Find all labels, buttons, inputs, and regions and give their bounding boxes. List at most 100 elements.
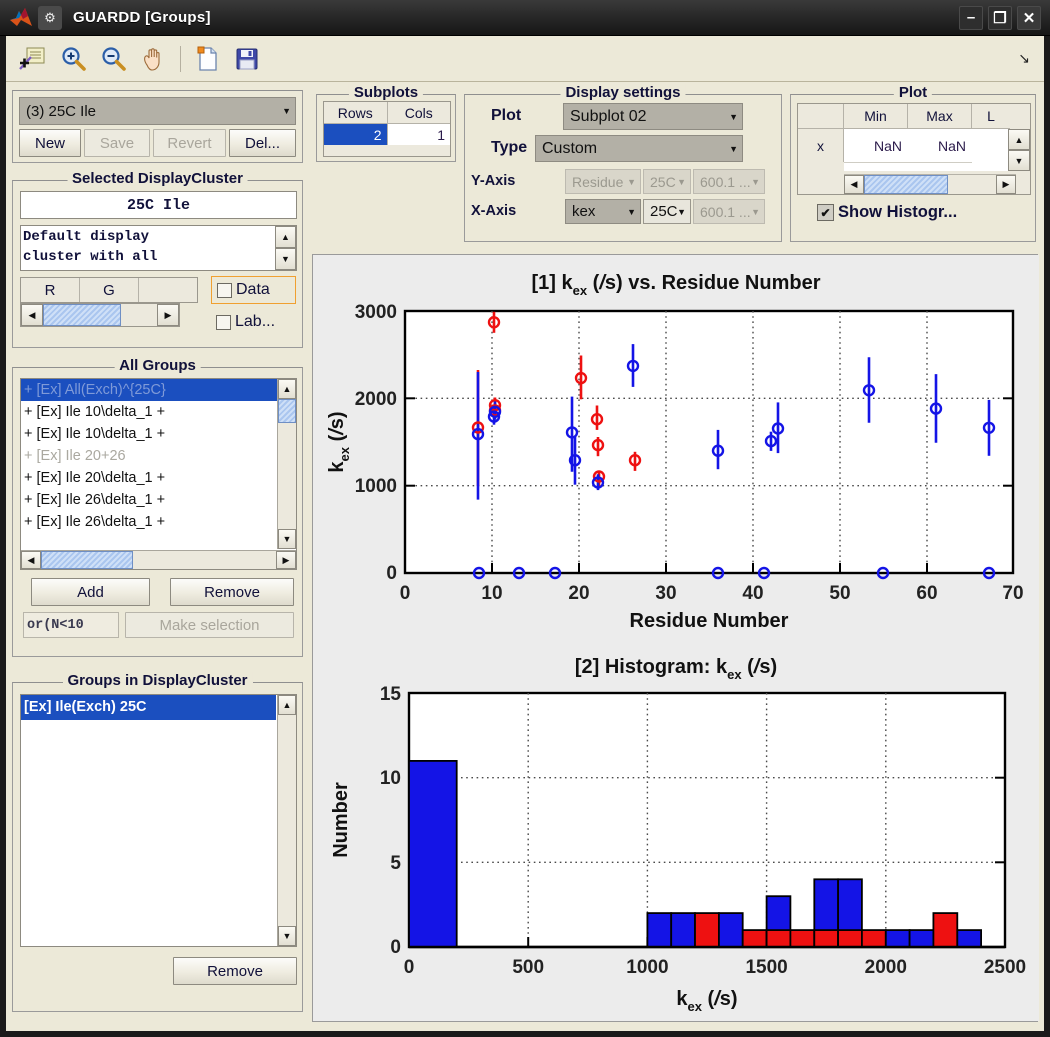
minimize-button[interactable]: – (959, 5, 983, 30)
plot-limits-header-row: Min Max L (798, 104, 1030, 129)
subplots-cols-cell[interactable]: 1 (387, 124, 450, 145)
plot-limits-header-min: Min (844, 104, 908, 129)
chevron-down-icon: ▼ (627, 206, 636, 217)
subplots-rows-cell[interactable]: 2 (324, 124, 388, 145)
all-groups-vscrollbar[interactable]: ▲ ▼ (277, 379, 296, 549)
checkbox-box (217, 282, 232, 298)
list-item[interactable]: + [Ex] Ile 10\delta_1 + (21, 423, 277, 445)
scatter-ytick-0: 0 (386, 563, 397, 584)
plot-limits-hscrollbar[interactable]: ◀ ▶ (844, 174, 1016, 194)
list-item[interactable]: + [Ex] Ile 26\delta_1 + (21, 489, 277, 511)
type-combo[interactable]: Custom ▼ (535, 135, 743, 162)
cluster-notes-field[interactable]: Default display cluster with all ▲ ▼ (20, 225, 297, 271)
cluster-notes-scrollbar[interactable]: ▲ ▼ (275, 226, 296, 270)
list-item[interactable]: + [Ex] All(Exch)^{25C} (21, 379, 277, 402)
all-groups-hscrollbar[interactable]: ◀ ▶ (21, 550, 296, 569)
plot-limits-vscrollbar[interactable]: ▲ ▼ (1008, 129, 1030, 171)
list-item[interactable]: + [Ex] Ile 20\delta_1 + (21, 467, 277, 489)
x-axis-combo[interactable]: kex ▼ (565, 199, 641, 224)
new-file-icon[interactable] (190, 42, 224, 76)
scroll-down-icon[interactable]: ▼ (278, 926, 296, 946)
new-button[interactable]: New (19, 129, 81, 157)
make-selection-button: Make selection (125, 612, 294, 638)
gear-icon[interactable]: ⚙ (38, 5, 62, 30)
color-scrollbar[interactable]: ◀ ▶ (20, 303, 180, 327)
scrollbar-thumb[interactable] (864, 175, 948, 194)
chevron-down-icon: ▼ (751, 206, 760, 217)
filter-input[interactable]: or(N<10 (23, 612, 119, 638)
chevron-down-icon: ▼ (677, 206, 686, 217)
scroll-right-icon[interactable]: ▶ (996, 175, 1016, 194)
scrollbar-track[interactable] (948, 175, 996, 194)
scrollbar-track[interactable] (278, 423, 296, 529)
list-item[interactable]: + [Ex] Ile 20+26 (21, 445, 277, 467)
plot-limits-table[interactable]: Min Max L x NaN NaN ◀ ▶ ▲ ▼ (797, 103, 1031, 195)
scrollbar-track[interactable] (133, 551, 276, 569)
data-checkbox[interactable]: Data (217, 281, 270, 299)
scroll-right-icon[interactable]: ▶ (157, 304, 179, 326)
close-button[interactable]: ✕ (1017, 5, 1041, 30)
groups-in-cluster-list[interactable]: [Ex] Ile(Exch) 25C ▲ ▼ (20, 694, 297, 947)
all-groups-list[interactable]: + [Ex] All(Exch)^{25C} + [Ex] Ile 10\del… (20, 378, 297, 570)
scroll-right-icon[interactable]: ▶ (276, 551, 296, 569)
groups-in-cluster-vscrollbar[interactable]: ▲ ▼ (277, 695, 296, 946)
subplots-table[interactable]: Rows Cols 2 1 (323, 101, 451, 157)
plot-limits-max-cell[interactable]: NaN (908, 129, 972, 162)
label-checkbox[interactable]: Lab... (216, 313, 275, 331)
scrollbar-track[interactable] (278, 715, 296, 926)
scroll-up-icon[interactable]: ▲ (278, 695, 296, 715)
table-row[interactable]: x NaN NaN (798, 129, 1030, 162)
y-axis-field-value: 600.1 ... (700, 173, 751, 190)
maximize-button[interactable]: ❐ (988, 5, 1012, 30)
histogram-chart[interactable]: [2] Histogram: kex (/s) 0 5 10 15 0 500 … (313, 645, 1039, 1021)
scrollbar-thumb[interactable] (41, 551, 133, 569)
data-checkbox-wrapper[interactable]: Data (211, 276, 296, 304)
scrollbar-track[interactable] (121, 304, 157, 326)
scroll-up-icon[interactable]: ▲ (278, 379, 296, 399)
scrollbar-thumb[interactable] (43, 304, 121, 326)
scroll-left-icon[interactable]: ◀ (21, 551, 41, 569)
save-icon[interactable] (230, 42, 264, 76)
list-item[interactable]: [Ex] Ile(Exch) 25C (21, 695, 276, 720)
cluster-name-field[interactable]: 25C Ile (20, 191, 297, 219)
scatter-chart[interactable]: [1] kex (/s) vs. Residue Number 0 1000 2… (313, 255, 1039, 645)
scroll-left-icon[interactable]: ◀ (844, 175, 864, 194)
remove-from-cluster-button[interactable]: Remove (173, 957, 297, 985)
scroll-down-icon[interactable]: ▼ (1008, 150, 1030, 171)
zoom-in-icon[interactable] (56, 42, 90, 76)
list-item[interactable]: + [Ex] Ile 10\delta_1 + (21, 401, 277, 423)
label-checkbox-wrapper[interactable]: Lab... (216, 309, 301, 335)
display-settings-group: Display settings Plot Subplot 02 ▼ Type … (464, 84, 782, 242)
x-axis-temp-combo[interactable]: 25C ▼ (643, 199, 691, 224)
list-item[interactable]: + [Ex] Ile 26\delta_1 + (21, 511, 277, 533)
scatter-ytick-2000: 2000 (355, 389, 397, 410)
remove-group-button[interactable]: Remove (170, 578, 294, 606)
toolbar-overflow-icon[interactable]: ↘ (1018, 50, 1030, 67)
plot-limits-min-cell[interactable]: NaN (844, 129, 908, 162)
scroll-down-icon[interactable]: ▼ (275, 248, 296, 270)
groups-in-displaycluster-group: Groups in DisplayCluster [Ex] Ile(Exch) … (12, 672, 303, 1012)
pan-hand-icon[interactable] (136, 42, 170, 76)
scroll-left-icon[interactable]: ◀ (21, 304, 43, 326)
label-checkbox-label: Lab... (235, 313, 276, 330)
color-header-row: R G (20, 277, 198, 303)
scrollbar-thumb[interactable] (278, 399, 296, 423)
new-data-icon[interactable] (16, 42, 50, 76)
scroll-down-icon[interactable]: ▼ (278, 529, 296, 549)
plot-limits-l-cell[interactable] (972, 129, 1010, 162)
scatter-xtick-70: 70 (1002, 583, 1023, 604)
plot-combo[interactable]: Subplot 02 ▼ (563, 103, 743, 130)
add-button[interactable]: Add (31, 578, 150, 606)
scroll-up-icon[interactable]: ▲ (275, 226, 296, 248)
groups-in-displaycluster-title: Groups in DisplayCluster (62, 672, 253, 689)
data-checkbox-label: Data (236, 281, 270, 298)
zoom-out-icon[interactable] (96, 42, 130, 76)
scatter-xtick-0: 0 (400, 583, 411, 604)
display-settings-title: Display settings (560, 84, 686, 101)
scroll-up-icon[interactable]: ▲ (1008, 129, 1030, 150)
delete-button[interactable]: Del... (229, 129, 296, 157)
scatter-ytick-1000: 1000 (355, 476, 397, 497)
display-cluster-combo[interactable]: (3) 25C Ile ▼ (19, 97, 296, 125)
chevron-down-icon: ▼ (751, 176, 760, 187)
show-histogram-checkbox[interactable]: ✔ Show Histogr... (817, 203, 957, 222)
